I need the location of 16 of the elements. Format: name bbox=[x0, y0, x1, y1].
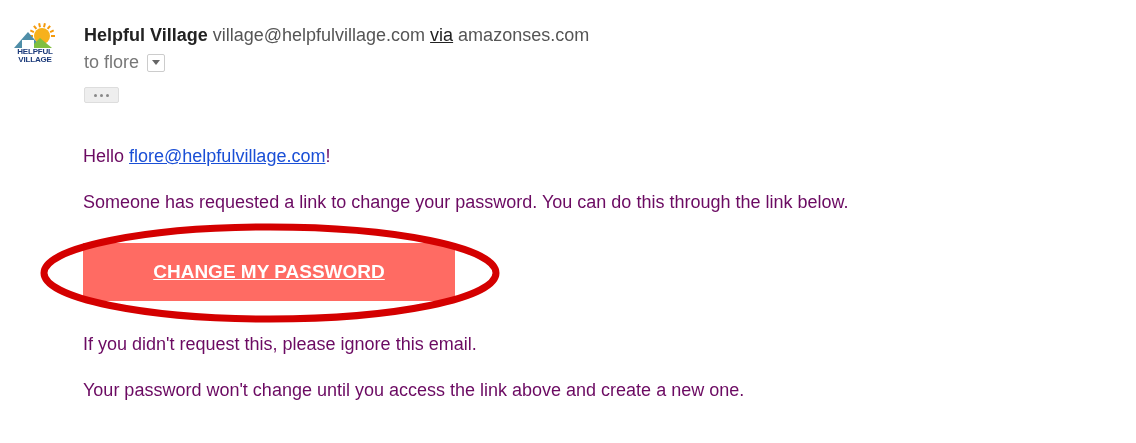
logo-text: HELPFUL bbox=[17, 48, 53, 56]
intro-text: Someone has requested a link to change your password. You can do this through the link below. bbox=[83, 191, 849, 213]
body-paragraph: If you didn't request this, please ignore this email. bbox=[83, 333, 477, 355]
email-link[interactable]: flore@helpfulvillage.com bbox=[129, 146, 326, 166]
logo-icon bbox=[12, 22, 58, 48]
sender-name: Helpful Village bbox=[84, 24, 208, 46]
body-paragraph: Your password won't change until you access the link above and create a new one. bbox=[83, 379, 745, 401]
logo-text: VILLAGE bbox=[18, 56, 52, 64]
sender-address: village@helpfulvillage.com bbox=[212, 24, 426, 46]
show-trimmed-button[interactable] bbox=[84, 87, 119, 103]
greeting: Hello flore@helpfulvillage.com! bbox=[83, 145, 331, 167]
via-link[interactable]: via bbox=[430, 24, 454, 46]
caret-icon bbox=[152, 60, 161, 65]
details-dropdown[interactable] bbox=[147, 53, 166, 72]
relay-domain: amazonses.com bbox=[458, 24, 590, 46]
recipient-text: to flore bbox=[84, 52, 140, 73]
